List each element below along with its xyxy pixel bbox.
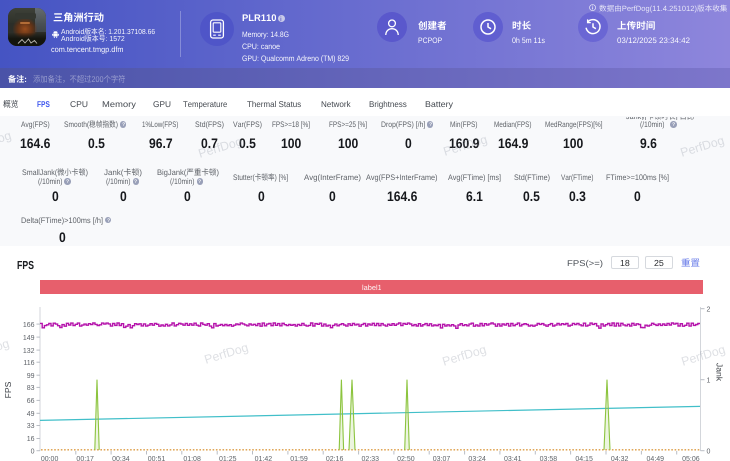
svg-text:03:24: 03:24 xyxy=(468,456,486,461)
svg-text:01:42: 01:42 xyxy=(255,456,273,461)
svg-text:Jank: Jank xyxy=(715,363,725,382)
svg-text:04:49: 04:49 xyxy=(647,456,665,461)
svg-text:03:07: 03:07 xyxy=(433,456,451,461)
svg-text:49: 49 xyxy=(27,411,35,418)
svg-text:33: 33 xyxy=(27,423,35,430)
svg-text:0: 0 xyxy=(31,448,35,455)
svg-text:03:58: 03:58 xyxy=(540,456,558,461)
svg-text:02:16: 02:16 xyxy=(326,456,344,461)
svg-text:83: 83 xyxy=(27,385,35,392)
svg-text:02:50: 02:50 xyxy=(397,456,415,461)
svg-text:05:06: 05:06 xyxy=(682,456,700,461)
svg-text:66: 66 xyxy=(27,398,35,405)
svg-text:02:33: 02:33 xyxy=(362,456,380,461)
svg-text:116: 116 xyxy=(23,360,34,367)
svg-text:00:00: 00:00 xyxy=(41,456,59,461)
svg-text:132: 132 xyxy=(23,348,35,355)
svg-text:149: 149 xyxy=(23,335,35,342)
svg-text:04:15: 04:15 xyxy=(575,456,593,461)
svg-text:FPS: FPS xyxy=(3,381,13,398)
svg-text:04:32: 04:32 xyxy=(611,456,629,461)
svg-text:03:41: 03:41 xyxy=(504,456,522,461)
svg-text:99: 99 xyxy=(27,373,35,380)
svg-text:166: 166 xyxy=(23,322,35,329)
svg-text:01:08: 01:08 xyxy=(183,456,201,461)
svg-text:00:51: 00:51 xyxy=(148,456,166,461)
svg-text:01:25: 01:25 xyxy=(219,456,237,461)
svg-text:00:17: 00:17 xyxy=(76,456,94,461)
svg-text:0: 0 xyxy=(707,448,711,455)
svg-text:00:34: 00:34 xyxy=(112,456,130,461)
svg-text:01:59: 01:59 xyxy=(290,456,308,461)
svg-text:16: 16 xyxy=(27,436,35,443)
svg-text:2: 2 xyxy=(707,306,711,313)
svg-text:1: 1 xyxy=(707,377,711,384)
